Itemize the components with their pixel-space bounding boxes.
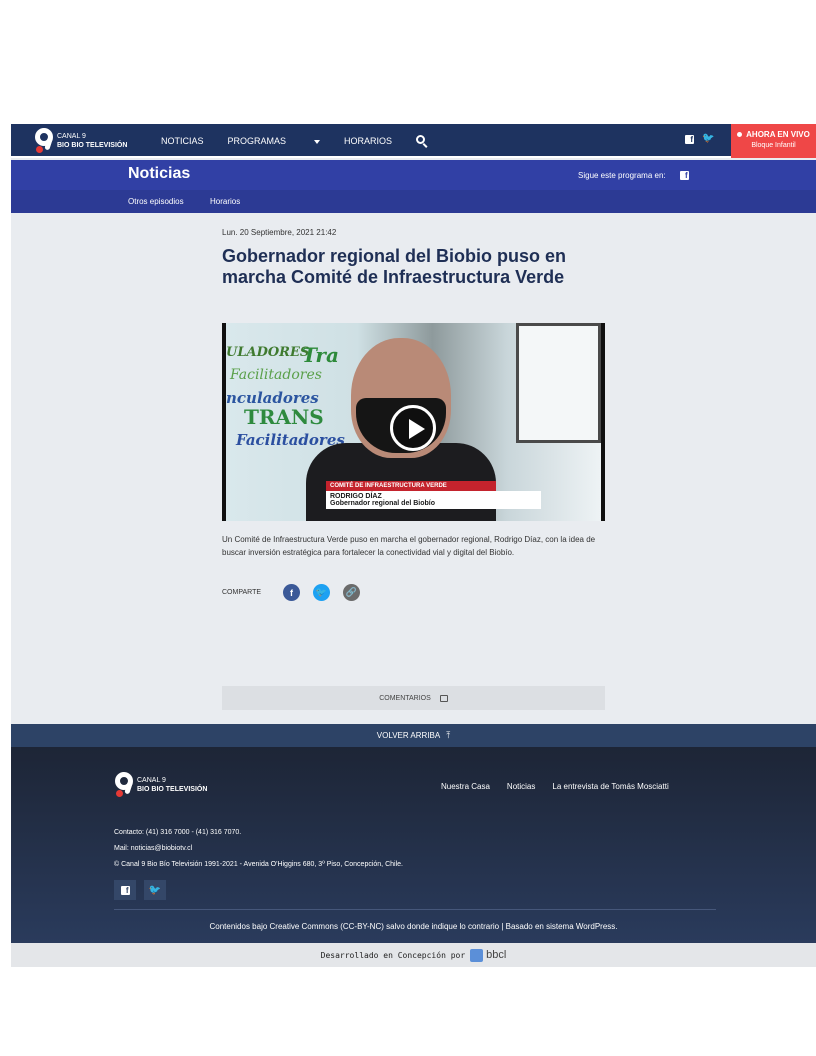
- article-date: Lun. 20 Septiembre, 2021 21:42: [222, 228, 337, 237]
- contact-phone: Contacto: (41) 316 7000 - (41) 316 7070.: [114, 829, 242, 836]
- nav-item-programas[interactable]: PROGRAMAS: [228, 136, 321, 146]
- lower-third-title: COMITÉ DE INFRAESTRUCTURA VERDE: [326, 481, 496, 491]
- footer-contact: Contacto: (41) 316 7000 - (41) 316 7070.…: [114, 825, 403, 873]
- program-header: Noticias Sigue este programa en: f: [11, 160, 816, 190]
- subnav-otros-episodios[interactable]: Otros episodios: [128, 197, 184, 206]
- follow-program: Sigue este programa en: f: [578, 171, 689, 180]
- footer-divider: [114, 909, 716, 910]
- subnav-horarios[interactable]: Horarios: [210, 197, 240, 206]
- header-social: f 🐦: [685, 134, 714, 144]
- developer-bar: Desarrollado en Concepción por bbcl: [11, 943, 816, 967]
- footer-links: Nuestra Casa Noticias La entrevista de T…: [441, 782, 686, 791]
- twitter-icon[interactable]: 🐦: [702, 134, 714, 144]
- search-icon[interactable]: [416, 135, 428, 148]
- video-player[interactable]: ULADORES Tra Facilitadores nculadores TR…: [222, 323, 605, 521]
- facebook-icon: f: [120, 885, 130, 895]
- play-icon[interactable]: [390, 405, 436, 451]
- comment-icon: [439, 694, 448, 702]
- back-to-top-button[interactable]: VOLVER ARRIBA ⤒: [11, 724, 816, 747]
- nav-item-horarios[interactable]: HORARIOS: [344, 136, 392, 146]
- logo-line2: BIO BIO TELEVISIÓN: [57, 142, 128, 149]
- bbcl-brand[interactable]: bbcl: [486, 949, 506, 961]
- live-dot-icon: [737, 132, 743, 138]
- chevron-down-icon: [314, 139, 321, 144]
- logo-line2: BIO BIO TELEVISIÓN: [137, 786, 208, 793]
- bg-word: Facilitadores: [230, 367, 322, 383]
- nine-logo-icon: [35, 128, 53, 154]
- main-nav: NOTICIAS PROGRAMAS HORARIOS: [161, 124, 428, 158]
- bbcl-logo-icon[interactable]: [470, 948, 484, 962]
- footer-link-entrevista[interactable]: La entrevista de Tomás Mosciatti: [552, 782, 668, 791]
- twitter-icon: 🐦: [148, 884, 162, 896]
- back-to-top-label: VOLVER ARRIBA: [376, 731, 441, 740]
- footer-link-noticias[interactable]: Noticias: [507, 782, 535, 791]
- license-text: Contenidos bajo Creative Commons (CC-BY-…: [209, 922, 618, 931]
- article-excerpt: Un Comité de Infraestructura Verde puso …: [222, 535, 596, 557]
- logo-line1: CANAL 9: [137, 777, 166, 784]
- footer-twitter-button[interactable]: 🐦: [144, 880, 166, 900]
- share-facebook-icon[interactable]: f: [283, 584, 301, 601]
- live-button[interactable]: AHORA EN VIVO Bloque Infantil: [731, 124, 816, 158]
- share-link-icon[interactable]: 🔗: [343, 584, 361, 601]
- article-headline: Gobernador regional del Biobio puso en m…: [222, 246, 567, 287]
- share-bar: COMPARTE f 🐦 🔗: [222, 584, 373, 601]
- share-twitter-icon[interactable]: 🐦: [313, 584, 331, 601]
- lower-third: COMITÉ DE INFRAESTRUCTURA VERDE RODRIGO …: [326, 481, 541, 509]
- footer-facebook-button[interactable]: f: [114, 880, 136, 900]
- facebook-icon[interactable]: f: [679, 171, 689, 180]
- top-navbar: CANAL 9 BIO BIO TELEVISIÓN NOTICIAS PROG…: [11, 124, 816, 158]
- arrow-up-icon: ⤒: [446, 730, 451, 740]
- bg-word: Tra: [302, 343, 339, 367]
- site-logo[interactable]: CANAL 9 BIO BIO TELEVISIÓN: [35, 128, 127, 154]
- background-monitor: [516, 323, 601, 443]
- lower-third-name: RODRIGO DÍAZ: [330, 493, 382, 500]
- nine-logo-icon: [115, 772, 133, 798]
- logo-line1: CANAL 9: [57, 133, 86, 140]
- site-footer: CANAL 9 BIO BIO TELEVISIÓN Nuestra Casa …: [11, 747, 816, 943]
- nav-item-noticias[interactable]: NOTICIAS: [161, 136, 204, 146]
- live-program: Bloque Infantil: [751, 142, 796, 149]
- developed-by-label: Desarrollado en Concepción por: [320, 950, 466, 960]
- comments-label: COMENTARIOS: [379, 694, 431, 702]
- facebook-icon[interactable]: f: [685, 134, 694, 144]
- bg-word: ULADORES: [226, 345, 310, 360]
- program-title: Noticias: [128, 165, 191, 182]
- lower-third-role: Gobernador regional del Biobío: [330, 500, 436, 507]
- footer-social: f 🐦: [114, 880, 174, 900]
- live-label: AHORA EN VIVO: [746, 130, 810, 139]
- footer-link-nuestra-casa[interactable]: Nuestra Casa: [441, 782, 490, 791]
- follow-label: Sigue este programa en:: [578, 171, 666, 180]
- comments-button[interactable]: COMENTARIOS: [222, 686, 605, 710]
- footer-logo[interactable]: CANAL 9 BIO BIO TELEVISIÓN: [115, 772, 207, 798]
- page: CANAL 9 BIO BIO TELEVISIÓN NOTICIAS PROG…: [11, 124, 816, 967]
- copyright: © Canal 9 Bio Bío Televisión 1991-2021 -…: [114, 861, 403, 868]
- share-label: COMPARTE: [222, 589, 262, 596]
- contact-mail: Mail: noticias@biobiotv.cl: [114, 845, 193, 852]
- nav-item-programas-label: PROGRAMAS: [227, 136, 287, 146]
- program-subnav: Otros episodios Horarios: [11, 190, 816, 213]
- bg-word: TRANS: [244, 405, 324, 429]
